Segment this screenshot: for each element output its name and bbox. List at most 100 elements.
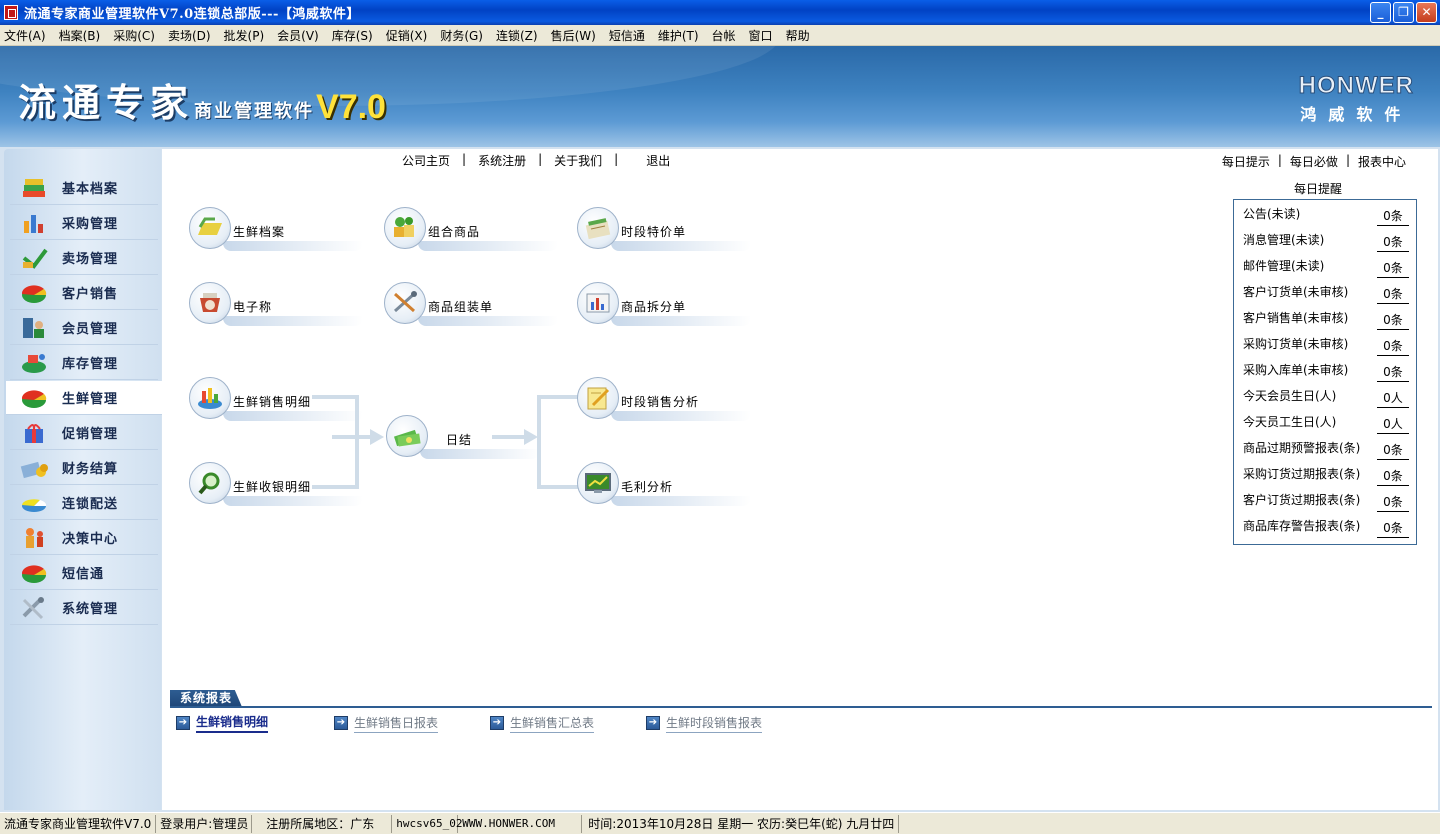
reminder-row[interactable]: 今天员工生日(人) 0人 (1243, 410, 1409, 434)
menu-finance[interactable]: 财务(G) (440, 27, 483, 44)
tile-daily-close[interactable]: 日结 (386, 415, 556, 459)
connector-line (332, 435, 372, 439)
sidebar-item-inventory[interactable]: 库存管理 (10, 346, 158, 380)
status-region: 注册所属地区：广东 (252, 814, 393, 833)
restore-button[interactable]: ❐ (1393, 2, 1414, 23)
report-fresh-sales-daily[interactable]: ➔ 生鲜销售日报表 (334, 713, 439, 733)
menu-purchase[interactable]: 采购(C) (113, 27, 155, 44)
link-daily-tips[interactable]: 每日提示 (1222, 153, 1270, 170)
arrow-right-icon: ➔ (490, 716, 504, 730)
link-about-us[interactable]: 关于我们 (554, 152, 602, 169)
sidebar-item-customer-sales[interactable]: 客户销售 (10, 276, 158, 310)
menu-wholesale[interactable]: 批发(P) (224, 27, 265, 44)
link-company-home[interactable]: 公司主页 (402, 152, 450, 169)
app-icon[interactable] (4, 5, 18, 20)
report-fresh-period-sales[interactable]: ➔ 生鲜时段销售报表 (646, 713, 763, 733)
main-area: 基本档案 采购管理 卖场管理 客户销售 会员管理 库存管理 生鲜管理 促销管理 … (0, 147, 1440, 812)
sidebar-item-system[interactable]: 系统管理 (10, 591, 158, 625)
tile-period-sales-analysis[interactable]: 时段销售分析 (577, 377, 751, 421)
reminder-row[interactable]: 客户订货过期报表(条) 0条 (1243, 488, 1409, 512)
menu-inventory[interactable]: 库存(S) (332, 27, 373, 44)
link-separator: | (1277, 153, 1282, 167)
tile-assembly[interactable]: 商品组装单 (384, 282, 558, 326)
product-logo: 流通专家 商业管理软件 V7.0 (18, 72, 386, 127)
chart-report-icon (189, 377, 231, 419)
tile-fresh-sales-detail[interactable]: 生鲜销售明细 (189, 377, 363, 421)
menu-store[interactable]: 卖场(D) (168, 27, 211, 44)
sidebar-item-decision[interactable]: 决策中心 (10, 521, 158, 555)
reminder-row[interactable]: 商品库存警告报表(条) 0条 (1243, 514, 1409, 538)
top-links: 公司主页 | 系统注册 | 关于我们 | 退出 (402, 152, 670, 169)
pie-chart-icon (20, 386, 48, 410)
sidebar-item-promotion[interactable]: 促销管理 (10, 416, 158, 450)
menu-archive[interactable]: 档案(B) (59, 27, 101, 44)
reminder-row[interactable]: 客户订货单(未审核) 0条 (1243, 280, 1409, 304)
members-icon (20, 316, 48, 340)
reminder-row[interactable]: 客户销售单(未审核) 0条 (1243, 306, 1409, 330)
sidebar-item-chain-delivery[interactable]: 连锁配送 (10, 486, 158, 520)
reminder-row[interactable]: 公告(未读) 0条 (1243, 202, 1409, 226)
link-system-register[interactable]: 系统注册 (478, 152, 526, 169)
sidebar-item-members[interactable]: 会员管理 (10, 311, 158, 345)
tile-gross-profit[interactable]: 毛利分析 (577, 462, 751, 506)
link-report-center[interactable]: 报表中心 (1358, 153, 1406, 170)
link-daily-must-do[interactable]: 每日必做 (1290, 153, 1338, 170)
tile-fresh-archive[interactable]: 生鲜档案 (189, 207, 363, 251)
report-fresh-sales-summary[interactable]: ➔ 生鲜销售汇总表 (490, 713, 595, 733)
title-bar[interactable]: 流通专家商业管理软件V7.0连锁总部版---【鸿威软件】 _ ❐ ✕ (0, 0, 1440, 25)
reminder-row[interactable]: 今天会员生日(人) 0人 (1243, 384, 1409, 408)
store-icon (20, 246, 48, 270)
tab-system-reports[interactable]: 系统报表 (170, 690, 242, 707)
report-fresh-sales-detail[interactable]: ➔ 生鲜销售明细 (176, 713, 269, 733)
monitor-chart-icon (577, 462, 619, 504)
tile-combo-goods[interactable]: 组合商品 (384, 207, 558, 251)
close-button[interactable]: ✕ (1416, 2, 1437, 23)
minimize-button[interactable]: _ (1370, 2, 1391, 23)
reminder-row[interactable]: 采购订货过期报表(条) 0条 (1243, 462, 1409, 486)
sidebar-item-basic-archive[interactable]: 基本档案 (10, 171, 158, 205)
sidebar-item-fresh[interactable]: 生鲜管理 (6, 381, 162, 415)
decision-icon (20, 526, 48, 550)
sidebar-item-purchase[interactable]: 采购管理 (10, 206, 158, 240)
menu-promotion[interactable]: 促销(X) (386, 27, 428, 44)
reminder-title: 每日提醒 (1294, 182, 1343, 196)
connector-line (537, 395, 581, 399)
menu-member[interactable]: 会员(V) (277, 27, 319, 44)
menu-ledger[interactable]: 台帐 (712, 27, 736, 44)
sidebar-item-sms[interactable]: 短信通 (10, 556, 158, 590)
scale-icon (189, 282, 231, 324)
menu-help[interactable]: 帮助 (786, 27, 810, 44)
sidebar-item-finance[interactable]: 财务结算 (10, 451, 158, 485)
menu-maintenance[interactable]: 维护(T) (658, 27, 699, 44)
pie-chart-icon (20, 281, 48, 305)
link-exit[interactable]: 退出 (646, 152, 670, 169)
reminder-row[interactable]: 消息管理(未读) 0条 (1243, 228, 1409, 252)
menu-window[interactable]: 窗口 (749, 27, 773, 44)
tile-fresh-cashier-detail[interactable]: 生鲜收银明细 (189, 462, 363, 506)
reminder-row[interactable]: 采购入库单(未审核) 0条 (1243, 358, 1409, 382)
sidebar-item-store[interactable]: 卖场管理 (10, 241, 158, 275)
price-list-icon (577, 207, 619, 249)
bar-chart-icon (577, 282, 619, 324)
reminder-row[interactable]: 采购订货单(未审核) 0条 (1243, 332, 1409, 356)
link-separator: | (1345, 153, 1350, 167)
books-icon (20, 176, 48, 200)
sidebar: 基本档案 采购管理 卖场管理 客户销售 会员管理 库存管理 生鲜管理 促销管理 … (4, 149, 162, 810)
arrow-right-icon: ➔ (646, 716, 660, 730)
notepad-pencil-icon (577, 377, 619, 419)
company-name-cn: 鸿威软件 (1300, 105, 1413, 124)
connector-line (537, 485, 581, 489)
reminder-row[interactable]: 商品过期预警报表(条) 0条 (1243, 436, 1409, 460)
purchase-icon (20, 211, 48, 235)
menu-after-sales[interactable]: 售后(W) (551, 27, 596, 44)
menu-chain[interactable]: 连锁(Z) (496, 27, 538, 44)
combo-boxes-icon (384, 207, 426, 249)
right-links: 每日提示 | 每日必做 | 报表中心 (1222, 153, 1406, 170)
tile-period-special[interactable]: 时段特价单 (577, 207, 751, 251)
menu-sms[interactable]: 短信通 (609, 27, 645, 44)
tile-split[interactable]: 商品拆分单 (577, 282, 751, 326)
menu-file[interactable]: 文件(A) (4, 27, 46, 44)
reminder-row[interactable]: 邮件管理(未读) 0条 (1243, 254, 1409, 278)
brand-version: V7.0 (316, 88, 386, 126)
tile-e-scale[interactable]: 电子称 (189, 282, 363, 326)
